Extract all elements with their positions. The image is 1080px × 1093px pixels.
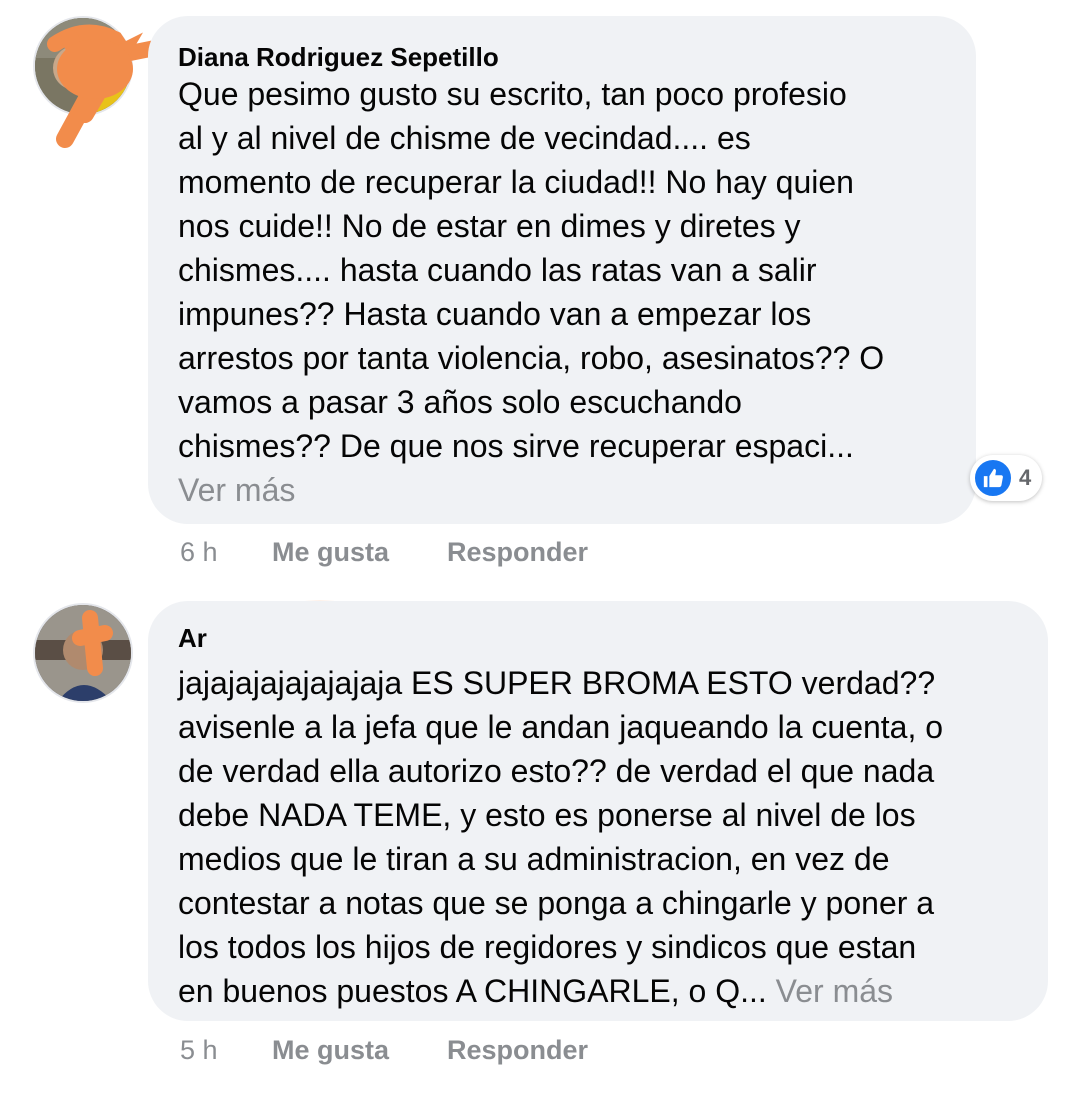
comment-line: al y al nivel de chisme de vecindad.... …	[178, 120, 751, 156]
comment-text: Que pesimo gusto su escrito, tan poco pr…	[178, 72, 946, 512]
avatar[interactable]	[33, 16, 133, 116]
comment-line: los todos los hijos de regidores y sindi…	[178, 929, 917, 965]
like-button[interactable]: Me gusta	[272, 537, 389, 568]
comment-line: jajajajajajajajaja ES SUPER BROMA ESTO v…	[178, 665, 936, 701]
like-button[interactable]: Me gusta	[272, 1035, 389, 1066]
comment-actions: 6 h Me gusta Responder	[180, 537, 780, 571]
comment-line: arrestos por tanta violencia, robo, ases…	[178, 340, 885, 376]
reply-button[interactable]: Responder	[447, 1035, 588, 1066]
comment-line: medios que le tiran a su administracion,…	[178, 841, 890, 877]
reaction-count: 4	[1019, 465, 1032, 490]
comment-actions: 5 h Me gusta Responder	[180, 1035, 780, 1069]
comment-bubble: Diana Rodriguez Sepetillo Que pesimo gus…	[148, 16, 976, 524]
comment-line: en buenos puestos A CHINGARLE, o Q...	[178, 973, 767, 1009]
comment-line: nos cuide!! No de estar en dimes y diret…	[178, 208, 801, 244]
reaction-summary[interactable]: 4	[970, 455, 1042, 501]
comment-line: Que pesimo gusto su escrito, tan poco pr…	[178, 76, 847, 112]
comment-line: debe NADA TEME, y esto es ponerse al niv…	[178, 797, 916, 833]
see-more-link[interactable]: Ver más	[178, 472, 295, 508]
comment-bubble: Ar jajajajajajajajaja ES SUPER BROMA EST…	[148, 601, 1048, 1021]
comment-line: chismes?? De que nos sirve recuperar esp…	[178, 428, 854, 464]
comment-timestamp[interactable]: 5 h	[180, 1035, 218, 1066]
comment-line: impunes?? Hasta cuando van a empezar los	[178, 296, 812, 332]
comment-line: contestar a notas que se ponga a chingar…	[178, 885, 935, 921]
comment-line: vamos a pasar 3 años solo escuchando	[178, 384, 742, 420]
comment-line: de verdad ella autorizo esto?? de verdad…	[178, 753, 935, 789]
see-more-link[interactable]: Ver más	[776, 973, 893, 1009]
comment-author[interactable]: Diana Rodriguez Sepetillo	[178, 42, 946, 72]
avatar-photo	[35, 18, 131, 114]
comment-line: momento de recuperar la ciudad!! No hay …	[178, 164, 854, 200]
comment-text: jajajajajajajajaja ES SUPER BROMA ESTO v…	[178, 661, 1018, 1013]
comment-line: avisenle a la jefa que le andan jaqueand…	[178, 709, 944, 745]
comment-timestamp[interactable]: 6 h	[180, 537, 218, 568]
avatar[interactable]	[33, 603, 133, 703]
avatar-photo	[35, 605, 131, 701]
comment-author[interactable]: Ar	[178, 623, 1018, 653]
comment-line: chismes.... hasta cuando las ratas van a…	[178, 252, 817, 288]
like-reaction-icon	[973, 458, 1013, 498]
reply-button[interactable]: Responder	[447, 537, 588, 568]
